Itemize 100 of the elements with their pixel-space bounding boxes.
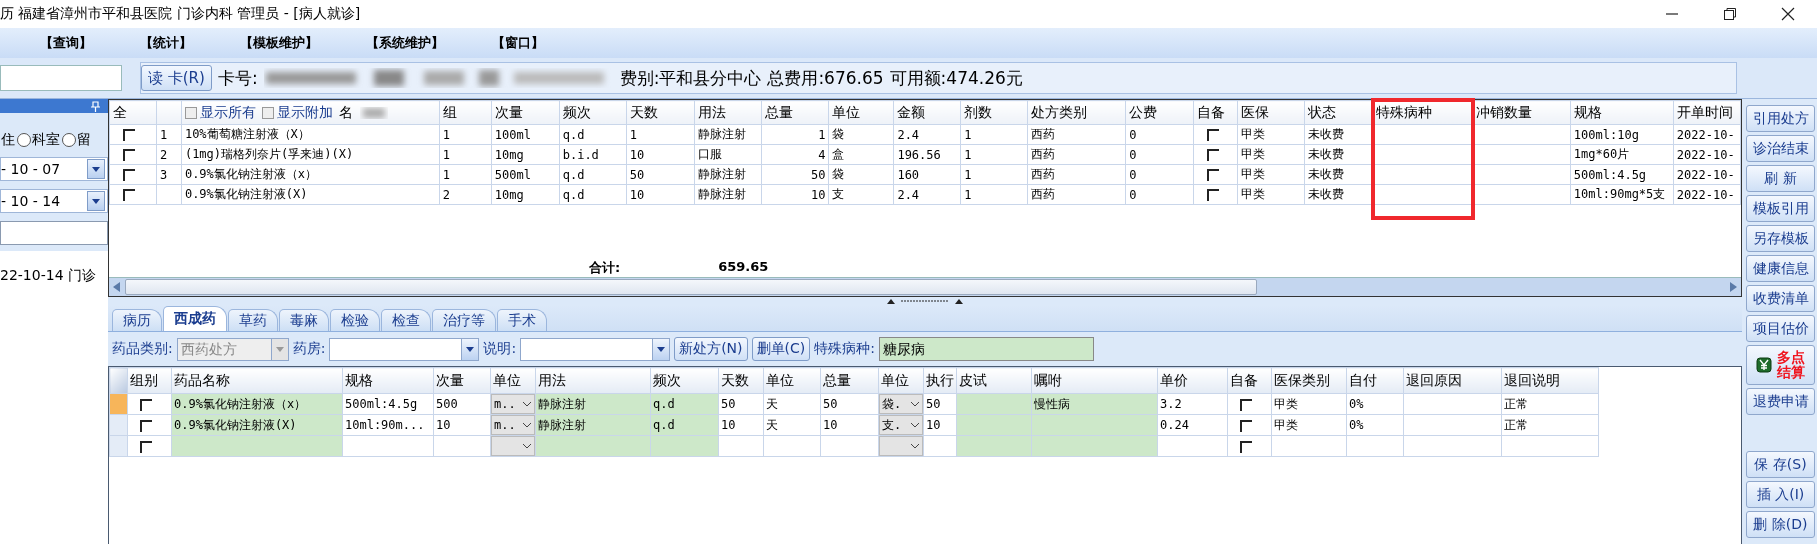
- visit-item[interactable]: 22-10-14 门诊: [0, 267, 108, 285]
- checkbox[interactable]: [1240, 419, 1252, 432]
- menu-item[interactable]: 【系统维护】: [366, 34, 444, 52]
- column-header: 用法: [697, 103, 726, 120]
- side-button[interactable]: 保 存(S): [1746, 451, 1815, 478]
- table-cell: 未收费: [1308, 127, 1345, 141]
- side-button[interactable]: 项目估价: [1746, 315, 1815, 342]
- tab[interactable]: 病历: [112, 309, 162, 331]
- side-button[interactable]: 插 入(I): [1746, 481, 1815, 508]
- pin-icon[interactable]: [91, 100, 100, 112]
- tab[interactable]: 毒麻: [279, 309, 329, 331]
- column-header: 单价: [1160, 371, 1188, 388]
- checkbox[interactable]: [1207, 129, 1220, 141]
- radio-button[interactable]: 科室: [17, 131, 60, 149]
- menu-item[interactable]: 【查询】: [40, 34, 92, 52]
- dropdown-icon: [657, 346, 666, 352]
- chevron-icon: [522, 422, 532, 428]
- chevron-icon: [522, 443, 532, 449]
- table-cell: 10: [926, 418, 941, 432]
- scroll-left-icon[interactable]: [113, 282, 121, 292]
- tab[interactable]: 西成药: [163, 306, 227, 331]
- table-cell: 10%葡萄糖注射液（X）: [184, 127, 310, 141]
- checkbox[interactable]: [1207, 149, 1220, 161]
- column-header: 总量: [823, 371, 851, 388]
- table-cell: 天: [766, 396, 778, 411]
- available-amount-text: 可用额:474.26元: [889, 66, 1023, 90]
- side-button[interactable]: 删 除(D): [1746, 511, 1815, 538]
- table-cell: 1: [964, 167, 972, 182]
- table-cell: 160: [897, 167, 920, 182]
- disease-field[interactable]: 糖尿病: [879, 337, 1094, 361]
- checkbox[interactable]: [123, 149, 135, 161]
- side-button[interactable]: 刷 新: [1746, 165, 1815, 192]
- table-cell: 2022-10-: [1676, 147, 1735, 162]
- side-button[interactable]: 引用处方: [1746, 105, 1815, 132]
- column-header: 自备: [1230, 371, 1258, 388]
- toolbar-button[interactable]: 删单(C): [751, 337, 811, 361]
- menu-item[interactable]: 【窗口】: [492, 34, 544, 52]
- close-icon[interactable]: [1781, 7, 1795, 21]
- date-field[interactable]: - 10 - 14: [0, 189, 108, 213]
- unit-dropdown[interactable]: m..: [491, 394, 535, 414]
- side-button[interactable]: 诊治结束: [1746, 135, 1815, 162]
- search-field[interactable]: [0, 65, 122, 91]
- checkbox[interactable]: [1207, 189, 1220, 201]
- tab[interactable]: 治疗等: [432, 309, 496, 331]
- settlement-button[interactable]: 多点结算: [1746, 345, 1815, 385]
- column-header: 天数: [629, 103, 658, 120]
- unit-dropdown[interactable]: m..: [491, 415, 535, 435]
- horizontal-scrollbar[interactable]: [109, 277, 1741, 296]
- table-cell: 2022-10-: [1676, 187, 1735, 202]
- table-cell: 1: [964, 187, 972, 202]
- date-field[interactable]: - 10 - 07: [0, 157, 108, 181]
- checkbox[interactable]: [123, 189, 135, 201]
- read-card-button[interactable]: 读 卡(R): [141, 65, 212, 91]
- show-all-checkbox[interactable]: 显示所有: [184, 103, 256, 122]
- table-cell: 0.24: [1160, 418, 1189, 432]
- side-button[interactable]: 模板引用: [1746, 195, 1815, 222]
- table-cell: q.d: [653, 397, 675, 411]
- checkbox[interactable]: [140, 419, 152, 432]
- checkbox[interactable]: [140, 440, 152, 453]
- side-button[interactable]: 收费清单: [1746, 285, 1815, 312]
- table-cell: 天: [766, 417, 778, 432]
- column-header: 次量: [436, 371, 464, 388]
- table-cell: 未收费: [1308, 147, 1345, 161]
- scroll-right-icon[interactable]: [1729, 282, 1737, 292]
- table-cell: 50: [926, 397, 941, 411]
- checkbox[interactable]: [1240, 398, 1252, 411]
- checkbox[interactable]: [1240, 440, 1252, 453]
- column-header: 状态: [1308, 103, 1337, 120]
- tab[interactable]: 检查: [381, 309, 431, 331]
- side-button[interactable]: 退费申请: [1746, 388, 1815, 415]
- table-cell: 2.4: [897, 127, 920, 142]
- checkbox[interactable]: [123, 129, 135, 141]
- menu-item[interactable]: 【模板维护】: [240, 34, 318, 52]
- table-cell: 50: [823, 397, 838, 411]
- side-button[interactable]: 健康信息: [1746, 255, 1815, 282]
- chevron-icon: [522, 401, 532, 407]
- checkbox[interactable]: [140, 398, 152, 411]
- unit-dropdown[interactable]: 袋.: [879, 394, 923, 414]
- checkbox[interactable]: [123, 169, 135, 181]
- table-cell: 正常: [1504, 417, 1528, 432]
- text-field[interactable]: [0, 221, 108, 245]
- radio-button[interactable]: 留: [62, 131, 91, 149]
- restore-icon[interactable]: [1723, 7, 1737, 21]
- toolbar-button[interactable]: 新处方(N): [674, 337, 748, 361]
- table-cell: 2022-10-: [1676, 127, 1735, 142]
- dropdown-icon: [275, 346, 284, 352]
- show-extra-checkbox[interactable]: 显示附加: [261, 103, 333, 122]
- tab[interactable]: 检验: [330, 309, 380, 331]
- checkbox[interactable]: [1207, 169, 1220, 181]
- table-cell: 10ml:90m...: [345, 418, 425, 432]
- unit-dropdown[interactable]: 支.: [879, 415, 923, 435]
- column-header: 执行: [926, 371, 954, 388]
- splitter-grip-icon[interactable]: [885, 298, 965, 304]
- table-cell: 袋: [832, 127, 845, 141]
- table-cell: 未收费: [1308, 187, 1345, 201]
- side-button[interactable]: 另存模板: [1746, 225, 1815, 252]
- tab[interactable]: 手术: [497, 309, 547, 331]
- tab[interactable]: 草药: [228, 309, 278, 331]
- table-cell: 0.9%氯化钠注射液(X): [184, 187, 308, 201]
- menu-item[interactable]: 【统计】: [140, 34, 192, 52]
